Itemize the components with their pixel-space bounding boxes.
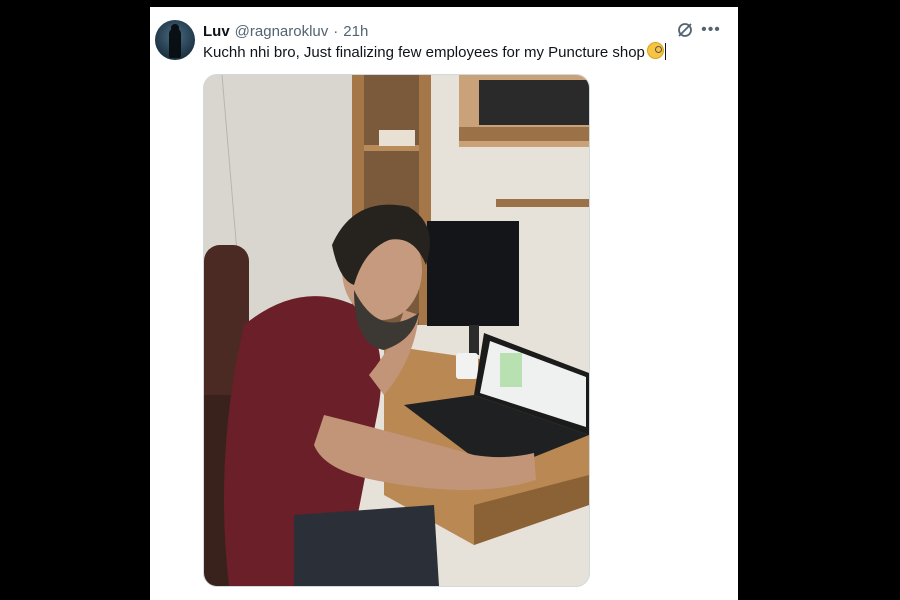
- separator-dot: ·: [333, 22, 339, 40]
- tweet-timestamp[interactable]: 21h: [343, 23, 368, 40]
- avatar[interactable]: [155, 20, 195, 60]
- more-icon[interactable]: •••: [701, 20, 721, 40]
- author-handle[interactable]: @ragnarokluv: [235, 23, 329, 40]
- text-cursor: [664, 43, 666, 60]
- tweet-text: Kuchh nhi bro, Just finalizing few emplo…: [203, 44, 645, 61]
- tweet-text-line: Kuchh nhi bro, Just finalizing few emplo…: [203, 42, 666, 61]
- author-name[interactable]: Luv: [203, 23, 230, 40]
- photo-scene: [204, 75, 589, 586]
- tweet-card[interactable]: Luv @ragnarokluv · 21h ••• Kuchh nhi bro…: [150, 7, 738, 600]
- tweet-header: Luv @ragnarokluv · 21h: [203, 20, 368, 42]
- grok-icon[interactable]: [675, 20, 695, 40]
- tweet-photo[interactable]: [203, 74, 590, 587]
- monocle-emoji-icon: [646, 42, 664, 59]
- avatar-figure: [169, 28, 181, 58]
